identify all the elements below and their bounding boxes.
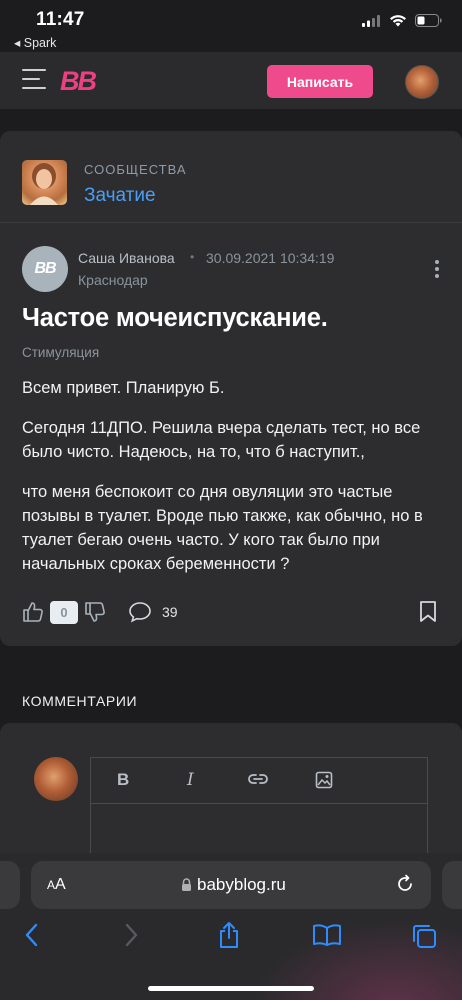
community-name-link[interactable]: Зачатие — [84, 185, 156, 207]
hamburger-menu-icon[interactable] — [22, 69, 46, 91]
back-to-app-link[interactable]: ◂ Spark — [14, 35, 56, 50]
next-tab-peek[interactable] — [442, 861, 462, 909]
link-icon[interactable] — [247, 772, 269, 786]
tabs-icon[interactable] — [411, 923, 437, 949]
user-avatar[interactable] — [405, 65, 439, 99]
status-bar: 11:47 ◂ Spark — [0, 0, 462, 52]
bookmark-icon[interactable] — [419, 600, 437, 623]
back-chevron-icon[interactable] — [25, 923, 39, 947]
editor-toolbar: B I — [91, 758, 427, 804]
meta-separator: • — [190, 250, 195, 264]
thumbs-down-icon[interactable] — [84, 601, 106, 623]
comment-count[interactable]: 39 — [162, 604, 178, 620]
community-thumbnail[interactable] — [22, 160, 67, 205]
author-city: Краснодар — [78, 272, 148, 288]
community-row[interactable]: СООБЩЕСТВА Зачатие — [0, 131, 462, 223]
post-tag[interactable]: Стимуляция — [22, 345, 99, 360]
post-body: Всем привет. Планирую Б. Сегодня 11ДПО. … — [22, 376, 440, 592]
status-icons — [362, 14, 442, 27]
lock-icon — [182, 878, 191, 891]
forward-chevron-icon[interactable] — [124, 923, 138, 947]
address-bar[interactable]: AA babyblog.ru — [31, 861, 431, 909]
post-card: СООБЩЕСТВА Зачатие BB Саша Иванова • 30.… — [0, 131, 462, 646]
italic-button[interactable]: I — [187, 770, 194, 790]
wifi-icon — [390, 15, 406, 27]
post-paragraph: Сегодня 11ДПО. Решила вчера сделать тест… — [22, 419, 421, 461]
bold-button[interactable]: B — [117, 770, 129, 790]
comment-bubble-icon[interactable] — [128, 601, 152, 623]
share-icon[interactable] — [217, 921, 241, 949]
author-name[interactable]: Саша Иванова — [78, 250, 175, 266]
address-url[interactable]: babyblog.ru — [197, 875, 286, 895]
aa-large: A — [55, 876, 66, 893]
safari-toolbar — [0, 921, 462, 953]
reload-icon[interactable] — [395, 874, 415, 894]
post-paragraph: Всем привет. Планирую Б. — [22, 379, 225, 397]
bookmarks-book-icon[interactable] — [312, 923, 342, 947]
thumbs-up-icon[interactable] — [22, 601, 44, 623]
communities-label: СООБЩЕСТВА — [84, 162, 187, 177]
post-date: 30.09.2021 10:34:19 — [206, 250, 335, 266]
battery-icon — [415, 14, 442, 27]
post-paragraph: что меня беспокоит со дня овуляции это ч… — [22, 483, 423, 573]
comments-heading: КОММЕНТАРИИ — [22, 693, 138, 709]
image-icon[interactable] — [315, 771, 333, 789]
author-avatar[interactable]: BB — [22, 246, 68, 292]
more-options-icon[interactable] — [434, 260, 440, 282]
app-header: BB Написать — [0, 52, 462, 110]
write-post-button[interactable]: Написать — [267, 65, 373, 98]
previous-tab-peek[interactable] — [0, 861, 20, 909]
home-indicator[interactable] — [148, 986, 314, 991]
cellular-signal-icon — [362, 14, 380, 27]
post-title: Частое мочеиспускание. — [22, 304, 328, 332]
rating-score: 0 — [50, 601, 78, 624]
commenter-avatar — [34, 757, 78, 801]
safari-bottom-bar: AA babyblog.ru — [0, 853, 462, 1000]
reader-options-button[interactable]: AA — [47, 876, 66, 894]
aa-small: A — [47, 878, 56, 892]
status-time: 11:47 — [36, 9, 85, 30]
babyblog-logo[interactable]: BB — [60, 66, 97, 97]
